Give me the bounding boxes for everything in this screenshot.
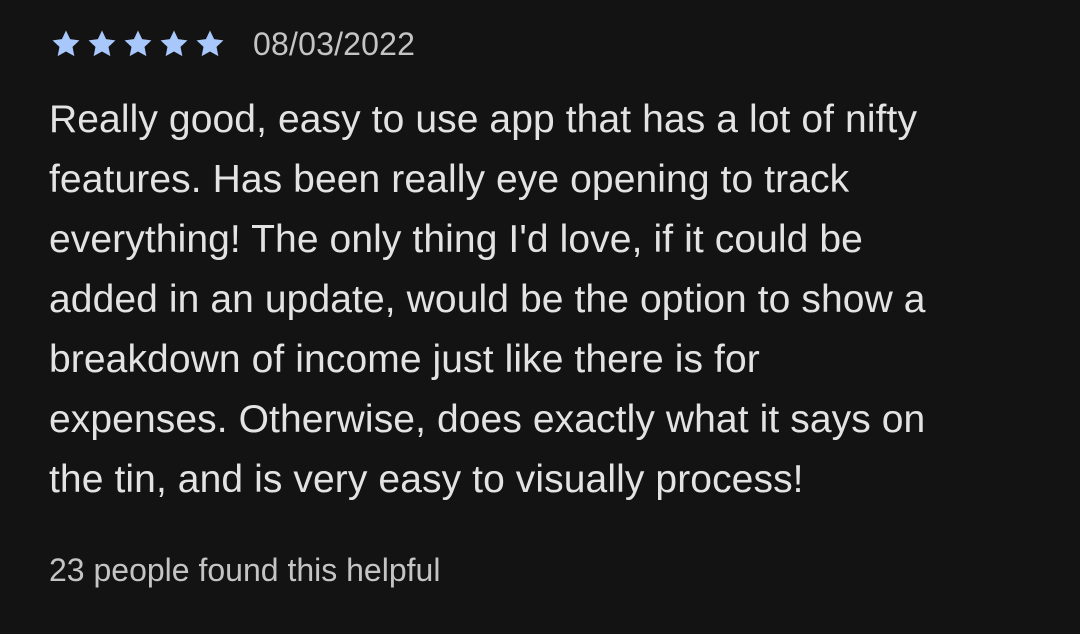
review-text-line: the tin, and is very easy to visually pr…	[49, 458, 804, 501]
review-text-line: everything! The only thing I'd love, if …	[49, 218, 863, 261]
review-text: Really good, easy to use app that has a …	[49, 90, 1049, 510]
helpful-count: 23 people found this helpful	[49, 552, 441, 588]
review-text-line: Really good, easy to use app that has a …	[49, 98, 918, 141]
star-icon	[85, 27, 119, 61]
star-rating	[49, 27, 227, 61]
review-text-line: expenses. Otherwise, does exactly what i…	[49, 398, 926, 441]
star-icon	[157, 27, 191, 61]
review-text-line: breakdown of income just like there is f…	[49, 338, 760, 381]
rating-row: 08/03/2022	[49, 24, 649, 64]
review-text-line: features. Has been really eye opening to…	[49, 158, 850, 201]
review-date: 08/03/2022	[253, 25, 416, 62]
star-icon	[121, 27, 155, 61]
review-text-line: added in an update, would be the option …	[49, 278, 926, 321]
star-icon	[49, 27, 83, 61]
star-icon	[193, 27, 227, 61]
